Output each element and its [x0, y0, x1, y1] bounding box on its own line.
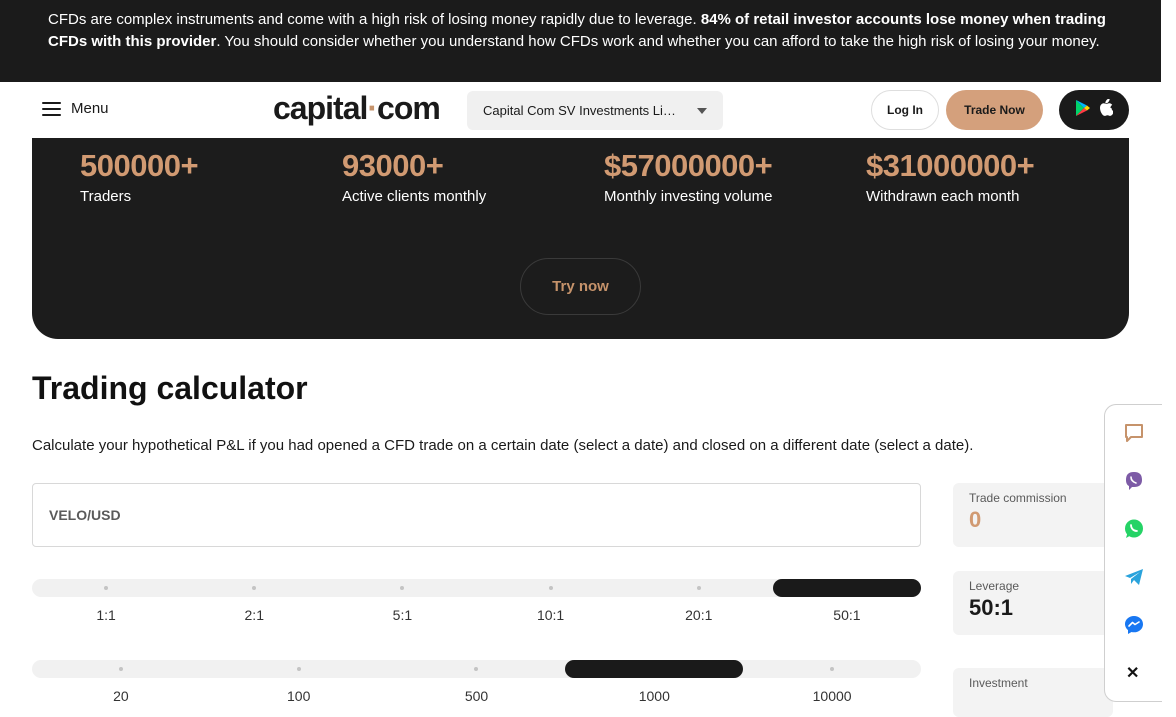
login-button[interactable]: Log In: [871, 90, 939, 130]
trade-commission-card: Trade commission 0: [953, 483, 1113, 547]
investment-option[interactable]: [32, 660, 210, 678]
stat-number: 93000+: [342, 148, 444, 183]
investment-option-label: 1000: [638, 688, 670, 704]
calculator-description: Calculate your hypothetical P&L if you h…: [32, 437, 974, 454]
calculator-title: Trading calculator: [32, 370, 308, 406]
slider-tick: [830, 667, 835, 671]
close-icon[interactable]: ✕: [1126, 666, 1139, 682]
trade-commission-label: Trade commission: [969, 491, 1067, 505]
entity-select[interactable]: Capital Com SV Investments Limited: [467, 91, 723, 130]
whatsapp-icon[interactable]: [1123, 518, 1145, 540]
stat-number: $57000000+: [604, 148, 773, 183]
caret-down-icon: [697, 107, 707, 114]
contact-widget: ✕: [1104, 404, 1162, 702]
slider-tick: [474, 667, 479, 671]
leverage-slider-labels: 1:1 2:1 5:1 10:1 20:1 50:1: [32, 607, 921, 627]
investment-option[interactable]: [565, 660, 744, 678]
investment-slider[interactable]: [32, 660, 921, 678]
investment-slider-labels: 20 100 500 1000 10000: [32, 688, 921, 708]
trade-commission-value: 0: [969, 507, 982, 532]
capital-com-logo[interactable]: capital·com: [273, 90, 441, 127]
leverage-card: Leverage 50:1: [953, 571, 1113, 635]
investment-option-label: 500: [464, 688, 489, 704]
investment-option[interactable]: [388, 660, 566, 678]
chat-bubble-icon[interactable]: [1123, 422, 1145, 444]
slider-tick: [252, 586, 257, 590]
slider-tick: [104, 586, 109, 590]
stat-number: 500000+: [80, 148, 199, 183]
slider-tick: [400, 586, 405, 590]
stat-label: Monthly investing volume: [604, 188, 773, 205]
entity-select-value: Capital Com SV Investments Limited: [483, 103, 683, 118]
leverage-option-label: 1:1: [96, 607, 116, 623]
leverage-option[interactable]: [477, 579, 625, 597]
stat-withdrawn: $31000000+ Withdrawn each month: [866, 148, 1035, 205]
risk-text-part1: CFDs are complex instruments and come wi…: [48, 11, 701, 28]
hamburger-icon: [42, 101, 61, 116]
investment-option[interactable]: [743, 660, 921, 678]
instrument-value: VELO/USD: [49, 507, 121, 523]
leverage-option[interactable]: [32, 579, 180, 597]
investment-option-label: 20: [113, 688, 129, 704]
slider-tick: [548, 586, 553, 590]
stat-traders: 500000+ Traders: [80, 148, 199, 205]
investment-option-label: 100: [287, 688, 311, 704]
leverage-option[interactable]: [180, 579, 328, 597]
risk-warning-banner: CFDs are complex instruments and come wi…: [0, 0, 1161, 82]
apple-icon: [1099, 98, 1114, 121]
slider-tick: [696, 586, 701, 590]
investment-card: Investment: [953, 668, 1113, 717]
leverage-option-label: 5:1: [392, 607, 413, 623]
stats-panel: 500000+ Traders 93000+ Active clients mo…: [32, 138, 1129, 339]
investment-option-label: 10000: [812, 688, 852, 704]
investment-option[interactable]: [210, 660, 388, 678]
stat-label: Active clients monthly: [342, 188, 487, 205]
leverage-option[interactable]: [772, 579, 921, 597]
menu-label: Menu: [71, 100, 109, 117]
leverage-slider[interactable]: [32, 579, 921, 597]
stat-number: $31000000+: [866, 148, 1035, 183]
risk-text-part2: . You should consider whether you unders…: [216, 33, 1100, 50]
telegram-icon[interactable]: [1123, 566, 1145, 588]
leverage-option[interactable]: [328, 579, 476, 597]
slider-tick: [296, 667, 301, 671]
leverage-option-label: 10:1: [536, 607, 565, 623]
leverage-option-label: 2:1: [244, 607, 264, 623]
stat-label: Withdrawn each month: [866, 188, 1020, 205]
site-header: Menu capital·com Capital Com SV Investme…: [0, 82, 1161, 138]
google-play-icon: [1075, 99, 1091, 122]
stat-label: Traders: [80, 188, 132, 205]
leverage-option-label: 50:1: [833, 607, 861, 623]
leverage-value: 50:1: [969, 595, 1014, 620]
stat-active-clients: 93000+ Active clients monthly: [342, 148, 486, 205]
instrument-selector[interactable]: VELO/USD: [32, 483, 921, 547]
try-now-button[interactable]: Try now: [520, 258, 641, 315]
messenger-icon[interactable]: [1123, 614, 1145, 636]
leverage-label: Leverage: [969, 579, 1020, 593]
investment-label: Investment: [969, 676, 1028, 690]
slider-tick: [118, 667, 123, 671]
leverage-option[interactable]: [625, 579, 773, 597]
leverage-option-label: 20:1: [685, 607, 713, 623]
stat-investing-volume: $57000000+ Monthly investing volume: [604, 148, 773, 205]
menu-button[interactable]: Menu: [42, 100, 109, 117]
app-download-button[interactable]: [1059, 90, 1129, 130]
viber-icon[interactable]: [1123, 470, 1145, 492]
trade-now-button[interactable]: Trade Now: [946, 90, 1043, 130]
